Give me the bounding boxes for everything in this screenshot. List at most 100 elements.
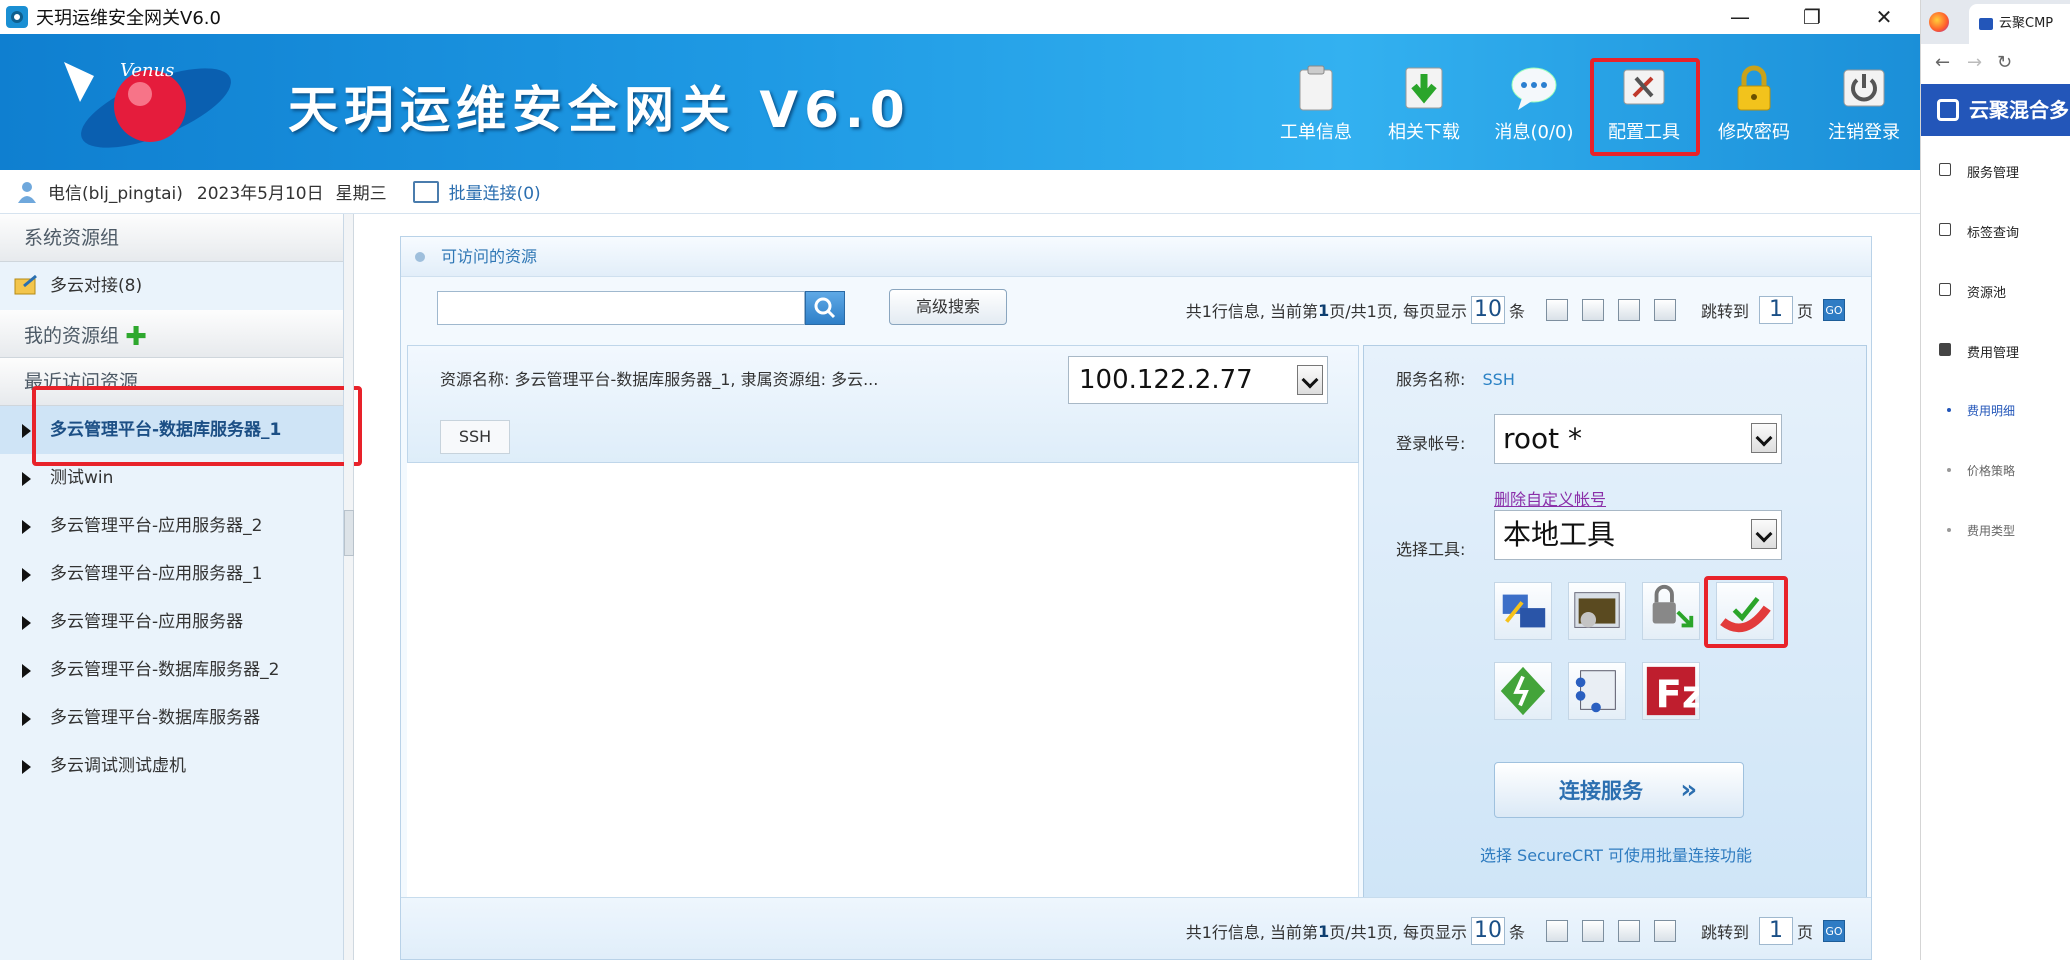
tab-cmp[interactable]: 云聚CMP: [1969, 4, 2070, 44]
venus-logo: Venus: [64, 60, 231, 148]
last-page-button[interactable]: [1653, 299, 1676, 321]
user-icon: [18, 181, 36, 203]
expand-triangle-icon: [22, 760, 31, 774]
filezilla-tool-icon[interactable]: Fz: [1642, 662, 1704, 720]
logo-text: Venus: [120, 60, 174, 81]
download-icon: [1405, 67, 1443, 109]
ssh-protocol-button[interactable]: SSH: [440, 420, 510, 454]
per-page-input[interactable]: 10: [1470, 917, 1505, 945]
search-button[interactable]: [805, 291, 845, 325]
ip-select[interactable]: 100.122.2.77: [1068, 356, 1328, 404]
close-button[interactable]: ✕: [1848, 0, 1920, 34]
cmp-brand-bar: 云聚混合多: [1921, 84, 2070, 136]
sidebar-item-db-server[interactable]: 多云管理平台-数据库服务器: [0, 694, 343, 742]
chevron-down-icon[interactable]: [1297, 365, 1323, 395]
browser-tab-strip: 云聚CMP: [1921, 0, 2070, 44]
expand-triangle-icon: [22, 520, 31, 534]
sidebar-splitter[interactable]: [344, 214, 354, 960]
maximize-button[interactable]: ❐: [1776, 0, 1848, 34]
vnc-tool-icon[interactable]: [1568, 582, 1626, 640]
back-icon[interactable]: ←: [1935, 52, 1950, 73]
downloads-button[interactable]: 相关下载: [1374, 64, 1474, 164]
ticket-info-button[interactable]: 工单信息: [1266, 64, 1366, 164]
logout-button[interactable]: 注销登录: [1814, 64, 1914, 164]
resource-name: 资源名称: 多云管理平台-数据库服务器_1, 隶属资源组: 多云...: [440, 370, 879, 389]
connect-service-button[interactable]: 连接服务 »: [1494, 762, 1744, 818]
forward-icon[interactable]: →: [1967, 52, 1982, 73]
panel-header: 可访问的资源: [401, 237, 1871, 277]
sidebar-item-db-server-2[interactable]: 多云管理平台-数据库服务器_2: [0, 646, 343, 694]
sidebar-item-debug-vm[interactable]: 多云调试测试虚机: [0, 742, 343, 790]
sidebar-item-app-server-2[interactable]: 多云管理平台-应用服务器_2: [0, 502, 343, 550]
add-group-icon[interactable]: ✚: [125, 322, 147, 352]
change-password-button[interactable]: 修改密码: [1704, 64, 1804, 164]
document-icon: [1939, 163, 1951, 176]
splitter-grip[interactable]: [344, 510, 354, 556]
chevron-down-icon[interactable]: [1751, 519, 1777, 549]
gateway-window: 天玥运维安全网关V6.0 — ❐ ✕ Venus 天玥运维安全网关 V6.0 工…: [0, 0, 1920, 960]
per-page-input[interactable]: 10: [1470, 296, 1505, 324]
account-select[interactable]: root *: [1494, 414, 1782, 464]
service-panel: 服务名称: SSH 登录帐号: root * 删除自定义帐号 选择工具: 本地工…: [1363, 345, 1867, 899]
delete-custom-account-link[interactable]: 删除自定义帐号: [1494, 486, 1606, 510]
next-page-button[interactable]: [1617, 299, 1640, 321]
lock-icon: [1737, 65, 1771, 111]
batch-connect-icon: [412, 180, 439, 203]
menu-service-management[interactable]: 服务管理: [1921, 162, 2070, 181]
browser-nav: ← → ↻: [1921, 44, 2070, 84]
sftp-tool-icon[interactable]: [1642, 582, 1700, 640]
chevron-down-icon[interactable]: [1751, 423, 1777, 453]
batch-connect-link[interactable]: 批量连接(0): [449, 179, 541, 204]
jump-page-input[interactable]: 1: [1758, 296, 1793, 324]
pager-bottom: 共1行信息, 当前第 1 页/共1页, 每页显示 10 条 跳转到 1 页 GO: [1186, 916, 1845, 946]
minimize-button[interactable]: —: [1704, 0, 1776, 34]
account-label: 登录帐号:: [1396, 434, 1466, 453]
highlight-box-config: [1590, 58, 1700, 156]
my-resource-group[interactable]: 我的资源组 ✚: [0, 310, 343, 358]
menu-tag-query[interactable]: 标签查询: [1921, 222, 2070, 241]
first-page-button[interactable]: [1545, 299, 1568, 321]
prev-page-button[interactable]: [1581, 920, 1604, 942]
search-input[interactable]: [437, 291, 805, 325]
securecrt-hint: 选择 SecureCRT 可使用批量连接功能: [1479, 846, 1753, 865]
rdp-tool-icon[interactable]: [1568, 662, 1626, 720]
panel-title: 可访问的资源: [441, 247, 538, 266]
menu-cost-management[interactable]: 费用管理: [1921, 342, 2070, 361]
messages-button[interactable]: 消息(0/0): [1484, 64, 1584, 164]
first-page-button[interactable]: [1545, 920, 1568, 942]
sidebar-item-app-server[interactable]: 多云管理平台-应用服务器: [0, 598, 343, 646]
folder-icon: [1939, 283, 1951, 296]
svg-text:Fz: Fz: [1656, 672, 1699, 717]
system-resource-group[interactable]: 系统资源组: [0, 214, 343, 262]
resource-row[interactable]: 资源名称: 多云管理平台-数据库服务器_1, 隶属资源组: 多云... 100.…: [407, 345, 1359, 463]
reload-icon[interactable]: ↻: [1997, 52, 2012, 73]
submenu-price-policy[interactable]: 价格策略: [1921, 462, 2070, 479]
jump-page-input[interactable]: 1: [1758, 917, 1793, 945]
last-page-button[interactable]: [1653, 920, 1676, 942]
go-button[interactable]: GO: [1823, 299, 1845, 321]
product-headline: 天玥运维安全网关 V6.0: [288, 81, 911, 139]
advanced-search-button[interactable]: 高级搜索: [889, 289, 1007, 325]
network-tool-icon[interactable]: [1494, 582, 1552, 640]
header-banner: Venus 天玥运维安全网关 V6.0 工单信息 相关下载 消息(0/0) 配置…: [0, 34, 1920, 170]
chat-bubble-icon: [1511, 67, 1557, 110]
firefox-icon[interactable]: [1929, 12, 1949, 32]
xshell-tool-icon[interactable]: [1494, 662, 1552, 720]
search-row: 高级搜索 共1行信息, 当前第 1 页/共1页, 每页显示 10 条 跳转到 1 页…: [401, 277, 1871, 329]
user-name: 电信(blj_pingtai): [48, 184, 183, 204]
sidebar-item-app-server-1[interactable]: 多云管理平台-应用服务器_1: [0, 550, 343, 598]
expand-triangle-icon: [22, 568, 31, 582]
tool-label: 选择工具:: [1396, 540, 1466, 559]
prev-page-button[interactable]: [1581, 299, 1604, 321]
expand-triangle-icon: [22, 616, 31, 630]
tool-select[interactable]: 本地工具: [1494, 510, 1782, 560]
go-button[interactable]: GO: [1823, 920, 1845, 942]
wallet-icon: [1939, 343, 1951, 356]
menu-resource-pool[interactable]: 资源池: [1921, 282, 2070, 301]
next-page-button[interactable]: [1617, 920, 1640, 942]
search-icon: [814, 297, 836, 319]
submenu-cost-detail[interactable]: 费用明细: [1921, 402, 2070, 419]
submenu-cost-type[interactable]: 费用类型: [1921, 522, 2070, 539]
multicloud-connect-item[interactable]: 多云对接(8): [0, 262, 343, 310]
expand-triangle-icon: [22, 424, 31, 438]
